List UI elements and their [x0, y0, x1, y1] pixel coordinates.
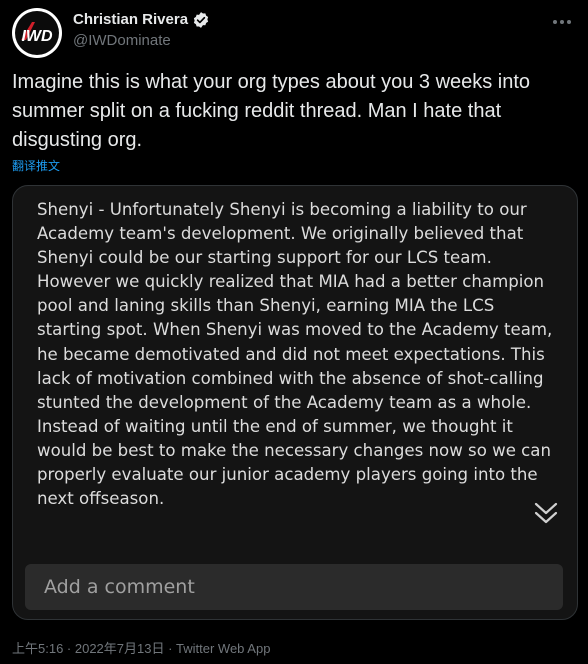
author-name[interactable]: Christian Rivera — [73, 10, 188, 30]
tweet-image[interactable]: Shenyi - Unfortunately Shenyi is becomin… — [12, 185, 578, 620]
iwd-logo-icon: IWD — [21, 22, 53, 45]
tweet-text: Imagine this is what your org types abou… — [12, 71, 531, 151]
comment-placeholder: Add a comment — [44, 576, 195, 598]
avatar[interactable]: IWD — [12, 8, 62, 58]
translate-link[interactable]: 翻译推文 — [12, 157, 60, 174]
more-options-icon[interactable] — [548, 12, 576, 32]
verified-badge-icon — [193, 12, 209, 28]
tweet-header: IWD Christian Rivera @IWDominate — [12, 8, 576, 58]
author-handle[interactable]: @IWDominate — [73, 31, 210, 51]
avatar-text: IWD — [21, 28, 53, 45]
tweet-meta: 上午5:16 · 2022年7月13日 · Twitter Web App — [12, 641, 271, 656]
image-body-text: Shenyi - Unfortunately Shenyi is becomin… — [37, 200, 553, 509]
comment-input[interactable]: Add a comment — [25, 564, 563, 610]
double-chevron-down-icon[interactable] — [532, 500, 560, 526]
